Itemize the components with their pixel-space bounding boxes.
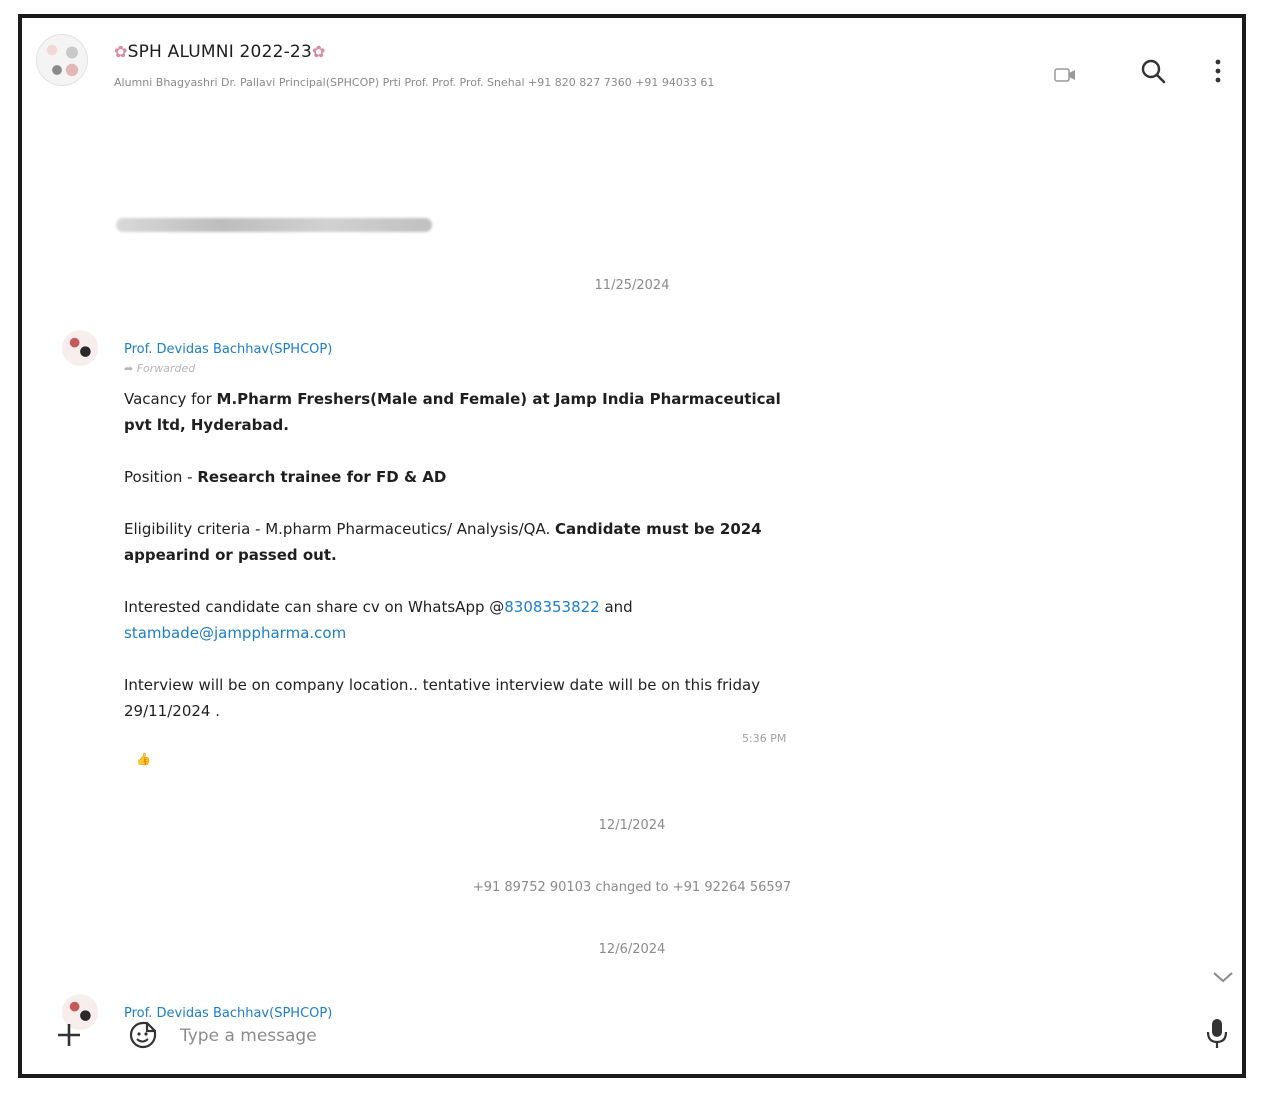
forwarded-label: ➦ Forwarded — [124, 362, 196, 375]
date-separator: 12/6/2024 — [598, 942, 666, 957]
plus-icon[interactable] — [56, 1022, 82, 1048]
message-composer — [22, 1004, 1242, 1074]
menu-icon[interactable] — [1214, 58, 1222, 84]
search-icon[interactable] — [1140, 58, 1166, 84]
video-call-icon[interactable] — [1054, 68, 1076, 82]
group-members[interactable]: Alumni Bhagyashri Dr. Pallavi Principal(… — [114, 76, 994, 89]
flower-icon: ✿ — [114, 42, 128, 61]
date-separator: 11/25/2024 — [594, 278, 670, 293]
reaction-badge[interactable]: 👍 — [136, 752, 151, 766]
group-avatar[interactable] — [36, 34, 88, 86]
chevron-down-icon[interactable] — [1212, 970, 1234, 984]
message-bubble[interactable]: Vacancy for M.Pharm Freshers(Male and Fe… — [124, 386, 784, 750]
email-link[interactable]: stambade@jamppharma.com — [124, 624, 346, 642]
sender-name[interactable]: Prof. Devidas Bachhav(SPHCOP) — [124, 342, 332, 357]
blurred-message — [116, 218, 432, 232]
chat-window: ✿SPH ALUMNI 2022-23✿ Alumni Bhagyashri D… — [18, 14, 1246, 1078]
microphone-icon[interactable] — [1206, 1018, 1228, 1050]
message-time: 5:36 PM — [742, 732, 787, 745]
date-separator: 12/1/2024 — [598, 818, 666, 833]
message-list[interactable]: 11/25/2024 Prof. Devidas Bachhav(SPHCOP)… — [22, 108, 1242, 1030]
phone-link[interactable]: 8308353822 — [504, 598, 599, 616]
chat-header[interactable]: ✿SPH ALUMNI 2022-23✿ Alumni Bhagyashri D… — [22, 18, 1242, 108]
system-message: +91 89752 90103 changed to +91 92264 565… — [472, 880, 792, 895]
group-title[interactable]: ✿SPH ALUMNI 2022-23✿ — [114, 42, 326, 62]
sender-avatar[interactable] — [62, 330, 98, 366]
flower-icon: ✿ — [311, 42, 326, 61]
sticker-icon[interactable] — [128, 1020, 158, 1050]
message-input[interactable] — [178, 1018, 1082, 1054]
